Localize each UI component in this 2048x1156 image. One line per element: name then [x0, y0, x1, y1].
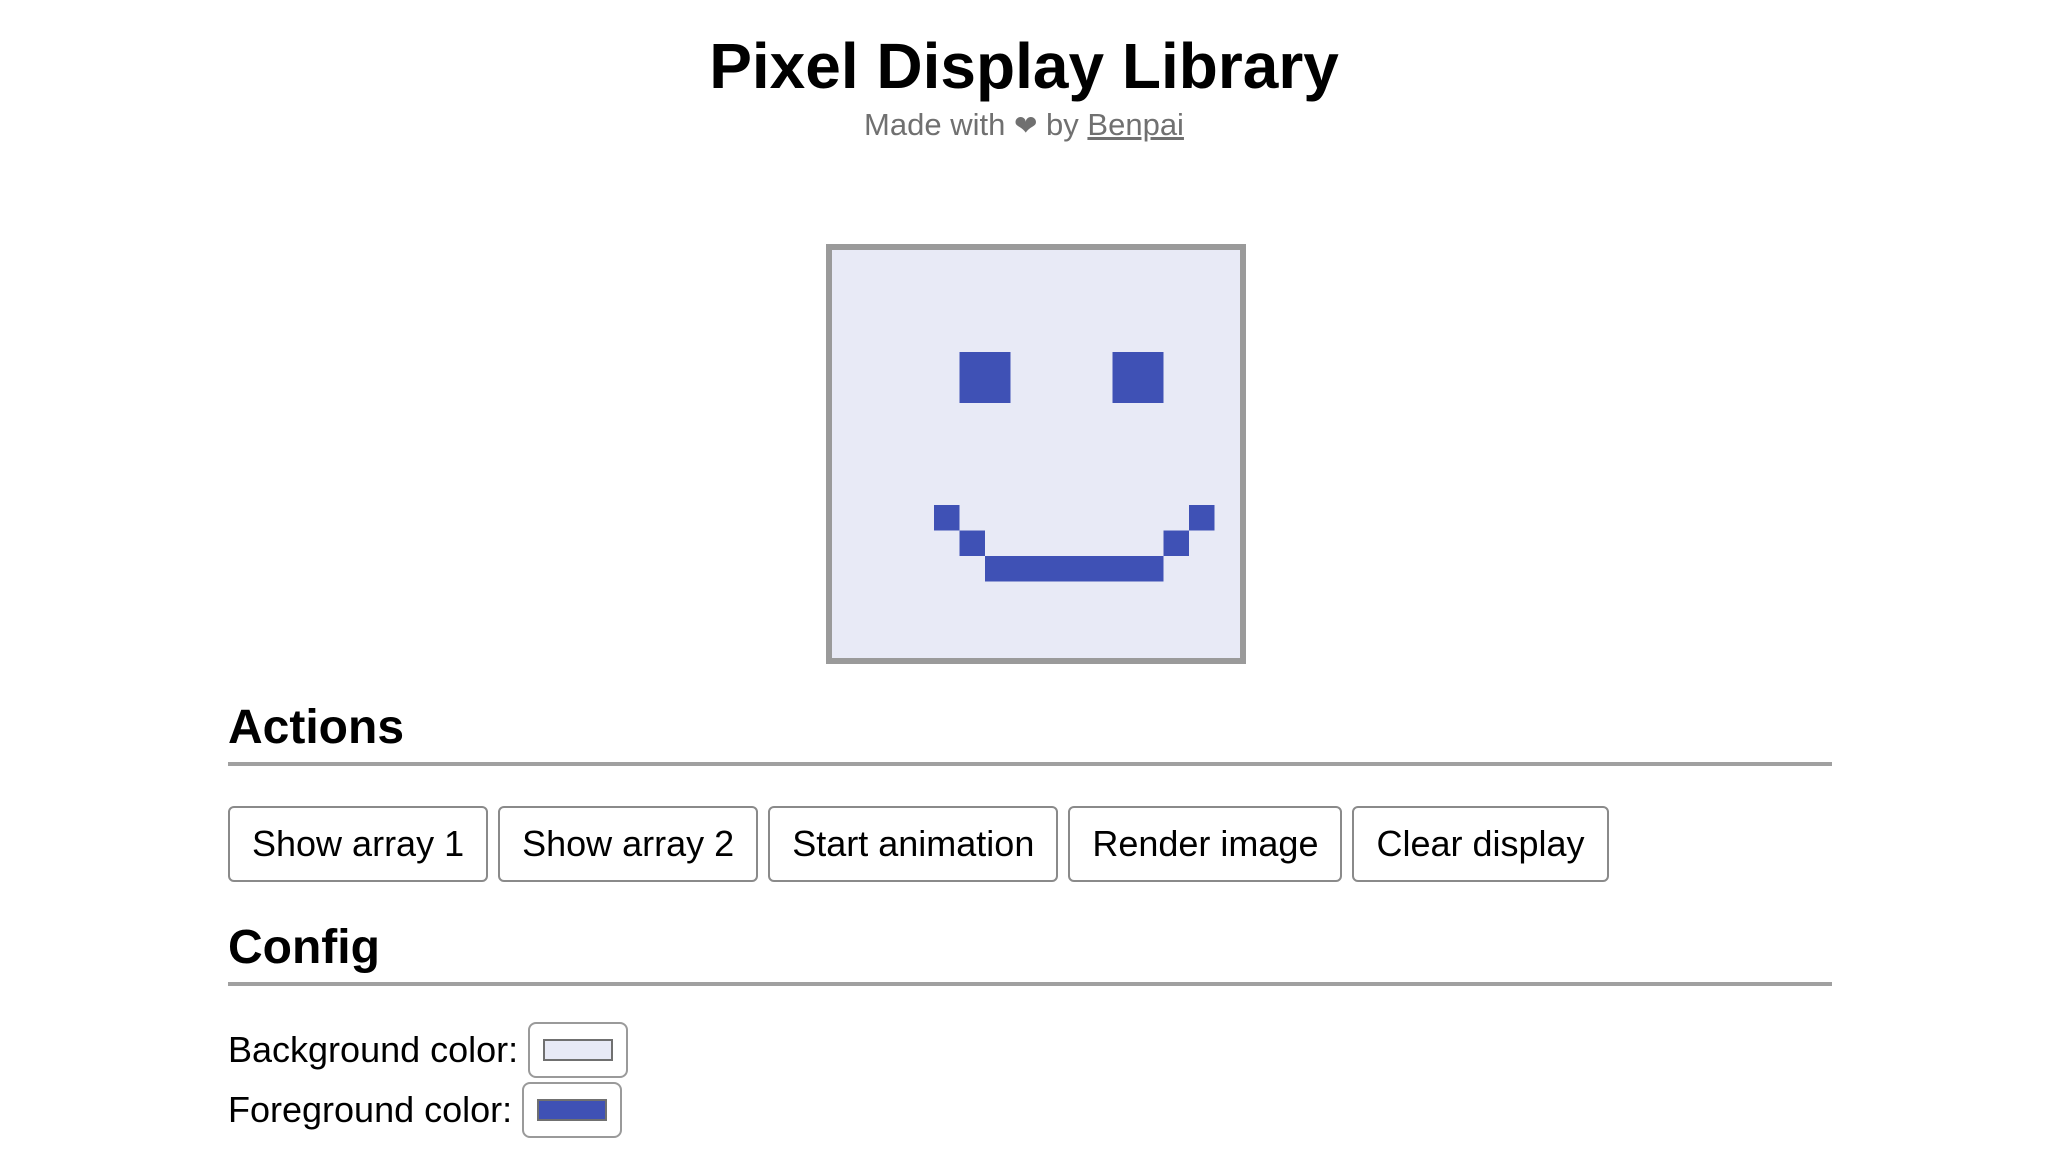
lit-pixel: [1087, 556, 1113, 582]
lit-pixel: [1036, 556, 1062, 582]
foreground-color-row: Foreground color:: [228, 1082, 623, 1138]
lit-pixel: [1112, 352, 1138, 378]
lit-pixel: [1163, 530, 1189, 556]
subtitle: Made with ❤ by Benpai: [0, 106, 2048, 145]
subtitle-prefix: Made with: [864, 107, 1006, 142]
lit-pixel: [1010, 556, 1036, 582]
pixel-display-canvas: [832, 250, 1240, 658]
lit-pixel: [1138, 556, 1164, 582]
lit-pixel: [1112, 377, 1138, 403]
clear-display-button[interactable]: Clear display: [1352, 806, 1609, 882]
page-title: Pixel Display Library: [709, 30, 1339, 102]
heart-icon: ❤: [1013, 110, 1038, 141]
lit-pixel: [1138, 352, 1164, 378]
actions-heading: Actions: [228, 698, 1832, 766]
lit-pixel: [959, 530, 985, 556]
display-background: [832, 250, 1240, 658]
render-image-button[interactable]: Render image: [1068, 806, 1343, 882]
page: Pixel Display Library Made with ❤ by Ben…: [0, 0, 2048, 1156]
lit-pixel: [1061, 556, 1087, 582]
lit-pixel: [934, 505, 960, 531]
show-array-1-button[interactable]: Show array 1: [228, 806, 489, 882]
foreground-color-swatch: [537, 1099, 608, 1121]
background-color-picker[interactable]: [528, 1022, 629, 1078]
lit-pixel: [985, 556, 1011, 582]
lit-pixel: [1112, 556, 1138, 582]
lit-pixel: [985, 352, 1011, 378]
start-animation-button[interactable]: Start animation: [768, 806, 1059, 882]
lit-pixel: [985, 377, 1011, 403]
author-link[interactable]: Benpai: [1087, 107, 1184, 142]
pixel-display: [826, 244, 1246, 664]
foreground-color-label: Foreground color:: [228, 1089, 513, 1130]
lit-pixel: [959, 377, 985, 403]
lit-pixel: [1189, 505, 1215, 531]
actions-button-row: Show array 1 Show array 2 Start animatio…: [228, 806, 1619, 882]
background-color-label: Background color:: [228, 1029, 519, 1070]
config-heading: Config: [228, 918, 1832, 986]
background-color-row: Background color:: [228, 1022, 629, 1078]
background-color-swatch: [543, 1039, 614, 1061]
lit-pixel: [1138, 377, 1164, 403]
show-array-2-button[interactable]: Show array 2: [498, 806, 759, 882]
lit-pixel: [959, 352, 985, 378]
subtitle-by: by: [1046, 107, 1079, 142]
foreground-color-picker[interactable]: [522, 1082, 623, 1138]
